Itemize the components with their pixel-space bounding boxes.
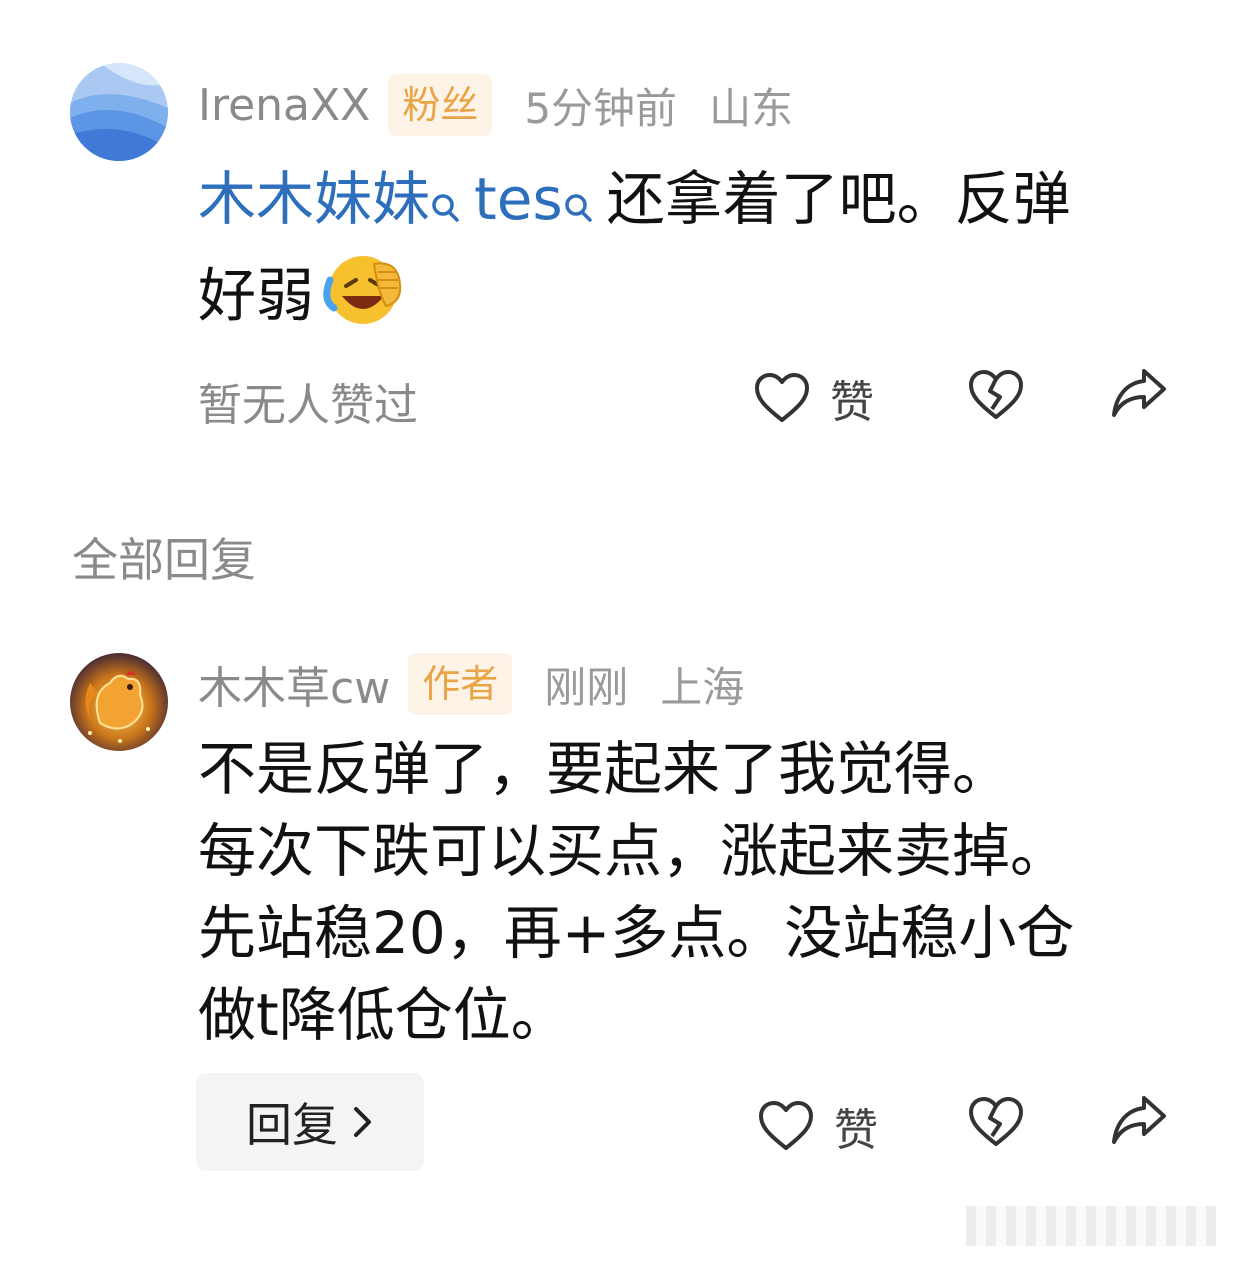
search-icon [430,168,460,250]
broken-heart-icon [969,370,1023,419]
chevron-right-icon [354,1107,371,1137]
search-icon [563,168,593,250]
view-replies-button[interactable]: 回复 [196,1073,424,1171]
heart-icon [759,1101,813,1150]
share-button[interactable] [1110,367,1168,419]
avatar[interactable] [70,63,168,161]
broken-heart-icon [969,1097,1023,1146]
timestamp: 5分钟前 [524,83,678,133]
timestamp: 刚刚 [544,662,629,712]
comment-meta: 木木草cw 作者 刚刚 上海 [198,652,744,716]
like-button[interactable]: 赞 [754,366,874,430]
laughing-tears-emoji-icon [320,250,406,349]
comment-text-part: 还拿着了吧。反弹 [606,165,1071,233]
watermark-strip [966,1206,1216,1246]
mention-link[interactable]: tes [474,165,563,233]
location: 上海 [660,662,745,712]
share-button[interactable] [1110,1094,1168,1146]
fan-badge: 粉丝 [388,74,493,136]
avatar[interactable] [70,653,168,751]
all-replies-heading: 全部回复 [72,533,256,587]
comment-text-line: 不是反弹了，要起来了我觉得。 [198,735,1011,803]
heart-icon [755,373,809,422]
author-badge: 作者 [408,653,513,715]
comment-text-line: 做t降低仓位。 [198,981,569,1049]
share-arrow-icon [1112,1096,1166,1144]
comment-meta: IrenaXX 粉丝 5分钟前 山东 [198,73,793,137]
reply-label: 回复 [246,1098,338,1152]
share-arrow-icon [1112,369,1166,417]
like-label: 赞 [834,1105,878,1156]
username[interactable]: IrenaXX [198,80,370,131]
comment-text: 不是反弹了，要起来了我觉得。 每次下跌可以买点，涨起来卖掉。 先站稳20，再+多… [198,728,1178,1056]
location: 山东 [709,83,794,133]
comment-text: 木木妹妹 tes 还拿着了吧。反弹 好弱 [198,158,1178,349]
likes-status: 暂无人赞过 [198,380,418,431]
golden-rooster-avatar-icon [70,653,168,751]
comment-text-line: 每次下跌可以买点，涨起来卖掉。 [198,817,1069,885]
like-button[interactable]: 赞 [758,1094,878,1158]
username[interactable]: 木木草cw [198,652,390,716]
dislike-button[interactable] [968,369,1024,421]
mention-link[interactable]: 木木妹妹 [198,165,430,233]
blue-wave-avatar-icon [70,63,168,161]
comment-text-part: 好弱 [198,261,315,330]
comment-text-line: 先站稳20，再+多点。没站稳小仓 [198,899,1075,967]
dislike-button[interactable] [968,1096,1024,1148]
like-label: 赞 [830,377,874,428]
